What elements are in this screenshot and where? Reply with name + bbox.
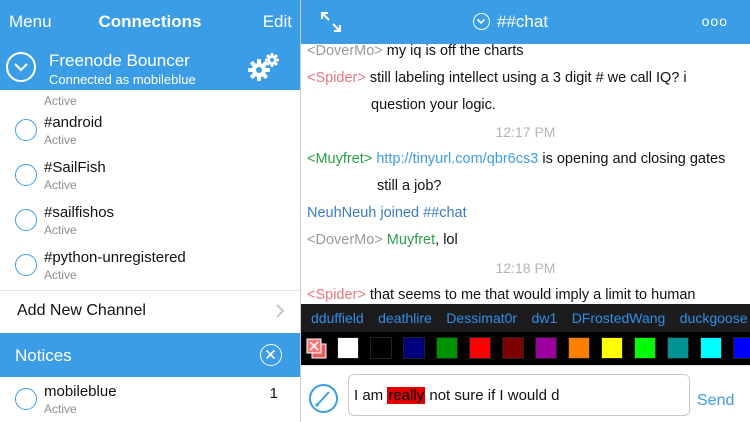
input-text: I am xyxy=(354,387,388,404)
left-navbar: Menu Connections Edit xyxy=(0,0,300,44)
channel-name: #android xyxy=(44,114,103,131)
unread-count: 1 xyxy=(269,385,278,402)
notices-header[interactable]: Notices xyxy=(0,333,300,377)
server-header[interactable]: Freenode Bouncer Connected as mobileblue xyxy=(0,44,300,90)
more-options-icon[interactable]: ooo xyxy=(702,13,728,29)
server-name: Freenode Bouncer xyxy=(49,51,190,70)
nick-suggestion[interactable]: dduffield xyxy=(311,304,364,332)
edit-button[interactable]: Edit xyxy=(263,12,292,32)
add-channel-row[interactable]: Add New Channel xyxy=(0,290,300,330)
channel-item[interactable]: #SailFish Active xyxy=(0,154,300,199)
channel-item[interactable]: #python-unregistered Active xyxy=(0,244,300,289)
message-input-bar: I am really not sure if I would d Send xyxy=(301,365,750,422)
color-swatch[interactable] xyxy=(469,337,491,359)
radio-circle-icon[interactable] xyxy=(15,164,37,186)
message-nick[interactable]: <Spider> xyxy=(307,287,366,303)
timestamp: 12:17 PM xyxy=(495,124,556,140)
color-swatch[interactable] xyxy=(667,337,689,359)
color-swatch[interactable] xyxy=(502,337,524,359)
color-swatch[interactable] xyxy=(436,337,458,359)
color-swatch[interactable] xyxy=(700,337,722,359)
channel-item[interactable]: #sailfishos Active xyxy=(0,199,300,244)
color-swatch[interactable] xyxy=(337,337,359,359)
send-button[interactable]: Send xyxy=(697,392,734,410)
color-swatch[interactable] xyxy=(733,337,750,359)
message-nick[interactable]: <DoverMo> xyxy=(307,43,383,59)
message-text: is opening and closing gates xyxy=(542,151,726,167)
color-swatch[interactable] xyxy=(535,337,557,359)
nick-suggestion[interactable]: DFrostedWang xyxy=(572,304,666,332)
radio-circle-icon[interactable] xyxy=(15,254,37,276)
chat-message: <DoverMo> my iq is off the charts xyxy=(307,38,747,65)
chat-log: <DoverMo> my iq is off the charts <Spide… xyxy=(301,43,750,304)
radio-circle-icon[interactable] xyxy=(15,119,37,141)
system-message: NeuhNeuh joined ##chat xyxy=(307,205,467,221)
chat-message: <Muyfret> http://tinyurl.com/qbr6cs3 is … xyxy=(307,146,747,173)
query-item[interactable]: mobileblue Active 1 xyxy=(0,378,300,422)
nick-suggestion[interactable]: duckgoose xyxy=(680,304,748,332)
nick-suggestion[interactable]: Dessimat0r xyxy=(446,304,517,332)
color-swatch[interactable] xyxy=(568,337,590,359)
message-nick[interactable]: <DoverMo> xyxy=(307,232,383,248)
color-picker-bar xyxy=(301,332,750,365)
notices-label: Notices xyxy=(15,346,72,365)
clear-format-icon[interactable] xyxy=(306,338,328,360)
nick-suggestion[interactable]: deathlire xyxy=(378,304,432,332)
channel-item[interactable]: #android Active xyxy=(0,109,300,154)
expand-icon[interactable] xyxy=(320,11,342,38)
message-mention: Muyfret xyxy=(386,232,436,248)
channel-name: #SailFish xyxy=(44,159,106,176)
chat-message: <DoverMo> Muyfret, lol xyxy=(307,227,747,254)
radio-circle-icon[interactable] xyxy=(15,209,37,231)
channel-status: Active xyxy=(44,268,77,282)
channel-status: Active xyxy=(44,133,77,147)
timestamp: 12:18 PM xyxy=(495,260,556,276)
color-swatch[interactable] xyxy=(403,337,425,359)
message-text: still a job? xyxy=(377,178,442,194)
message-nick[interactable]: <Spider> xyxy=(307,70,366,86)
add-channel-label: Add New Channel xyxy=(17,302,146,319)
nick-autocomplete-bar: dduffield deathlire Dessimat0r dw1 DFros… xyxy=(301,304,750,332)
message-link[interactable]: http://tinyurl.com/qbr6cs3 xyxy=(376,151,538,167)
chat-panel: ##chat ooo <DoverMo> my iq is off the ch… xyxy=(301,0,750,422)
message-text: question your logic. xyxy=(371,97,496,113)
input-text-highlighted: really xyxy=(387,387,426,404)
query-status: Active xyxy=(44,402,77,416)
close-icon[interactable] xyxy=(260,344,282,366)
channel-title[interactable]: ##chat xyxy=(497,12,548,32)
message-text: , lol xyxy=(435,232,458,248)
input-text: not sure if I would d xyxy=(425,387,560,404)
channel-status: Active xyxy=(44,178,77,192)
gear-icon[interactable] xyxy=(247,53,281,86)
channel-status: Active xyxy=(44,94,77,108)
pencil-icon[interactable] xyxy=(309,384,338,413)
chat-message-continuation: question your logic. xyxy=(307,92,747,119)
chat-message-continuation: still a job? xyxy=(307,173,747,200)
message-nick[interactable]: <Muyfret> xyxy=(307,151,372,167)
nick-suggestion[interactable]: dw1 xyxy=(532,304,558,332)
chevron-right-icon xyxy=(276,304,285,323)
chevron-down-icon[interactable] xyxy=(473,13,490,30)
color-swatch[interactable] xyxy=(601,337,623,359)
message-text: that seems to me that would imply a limi… xyxy=(369,287,696,303)
color-swatch[interactable] xyxy=(634,337,656,359)
message-text: my iq is off the charts xyxy=(386,43,524,59)
server-status: Connected as mobileblue xyxy=(49,72,196,87)
message-input[interactable]: I am really not sure if I would d xyxy=(348,374,690,416)
channel-name: #python-unregistered xyxy=(44,249,186,266)
channel-name: #sailfishos xyxy=(44,204,115,221)
query-name: mobileblue xyxy=(44,383,117,400)
color-swatch[interactable] xyxy=(370,337,392,359)
collapse-chevron-icon[interactable] xyxy=(6,52,36,82)
connections-panel: Menu Connections Edit Active Freenode Bo… xyxy=(0,0,300,422)
radio-circle-icon[interactable] xyxy=(15,388,37,410)
channel-status: Active xyxy=(44,223,77,237)
chat-message: <Spider> still labeling intellect using … xyxy=(307,65,747,92)
message-text: still labeling intellect using a 3 digit… xyxy=(369,70,687,86)
connections-title: Connections xyxy=(98,12,202,31)
